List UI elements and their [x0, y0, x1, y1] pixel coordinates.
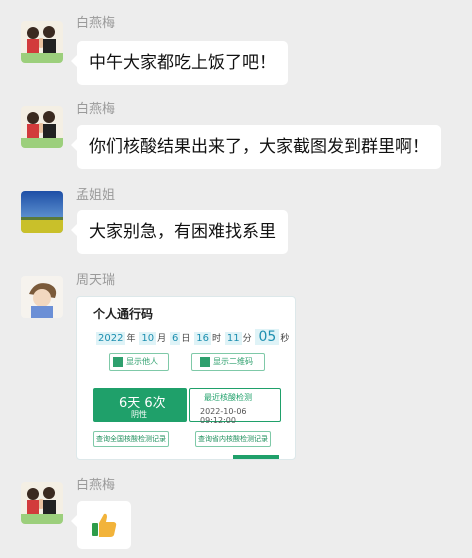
- cartoon-avatar-icon: [21, 276, 63, 318]
- pass-code-screenshot[interactable]: 个人通行码 2022 年 10 月 6日 16 时 11 分 05 秒 显示他人 显示二维…: [76, 296, 296, 460]
- hour-unit: 时: [211, 334, 221, 344]
- avatar[interactable]: [21, 276, 63, 318]
- hour-value: 16: [194, 332, 211, 345]
- avatar[interactable]: [21, 106, 63, 148]
- recent-test-time: 2022-10-06 09:12:00: [200, 407, 247, 425]
- sender-name: 白燕梅: [76, 102, 116, 117]
- message-bubble[interactable]: 你们核酸结果出来了，大家截图发到群里啊！: [71, 125, 441, 169]
- family-avatar-icon: [21, 106, 63, 148]
- message-bubble[interactable]: 中午大家都吃上饭了吧！: [71, 41, 288, 85]
- message-bubble[interactable]: 大家别急，有困难找系里: [71, 210, 288, 254]
- qr-code-icon: [200, 357, 210, 367]
- query-national-button[interactable]: 查询全国核酸检测记录: [93, 431, 169, 447]
- card-title: 个人通行码: [93, 307, 154, 321]
- avatar[interactable]: [21, 21, 63, 63]
- sender-name: 白燕梅: [76, 478, 116, 493]
- recent-test-label: 最近核酸检测: [204, 393, 252, 402]
- show-other-button[interactable]: 显示他人: [109, 353, 169, 371]
- sender-name: 周天瑞: [76, 273, 116, 288]
- date-time-row: 2022 年 10 月 6日 16 时 11 分 05 秒: [95, 329, 289, 345]
- test-status-box: 6天 6次 阴性: [93, 388, 187, 422]
- family-avatar-icon: [21, 21, 63, 63]
- avatar[interactable]: [21, 191, 63, 233]
- query-province-button[interactable]: 查询省内核酸检测记录: [195, 431, 271, 447]
- show-qr-label: 显示二维码: [213, 357, 253, 366]
- second-unit: 秒: [280, 334, 290, 344]
- month-value: 10: [139, 332, 157, 345]
- avatar[interactable]: [21, 482, 63, 524]
- card-accent-bar: [233, 455, 279, 459]
- year-value: 2022: [96, 332, 126, 345]
- sender-name: 白燕梅: [76, 16, 116, 31]
- show-other-label: 显示他人: [126, 357, 158, 366]
- month-unit: 月: [157, 334, 167, 344]
- second-value: 05: [255, 329, 280, 345]
- family-avatar-icon: [21, 482, 63, 524]
- emoji-bubble[interactable]: [71, 501, 131, 549]
- days-sub: 阴性: [131, 410, 147, 419]
- day-unit: 日: [181, 334, 191, 344]
- recent-test-box: 最近核酸检测 2022-10-06 09:12:00: [189, 388, 281, 425]
- sender-name: 孟姐姐: [76, 188, 116, 203]
- thumbs-up-icon: [92, 513, 117, 537]
- person-icon: [113, 357, 123, 367]
- year-unit: 年: [126, 334, 136, 344]
- minute-unit: 分: [242, 334, 252, 344]
- show-qr-button[interactable]: 显示二维码: [191, 353, 265, 371]
- minute-value: 11: [224, 332, 242, 345]
- landscape-avatar-icon: [21, 191, 63, 233]
- day-value: 6: [169, 332, 181, 345]
